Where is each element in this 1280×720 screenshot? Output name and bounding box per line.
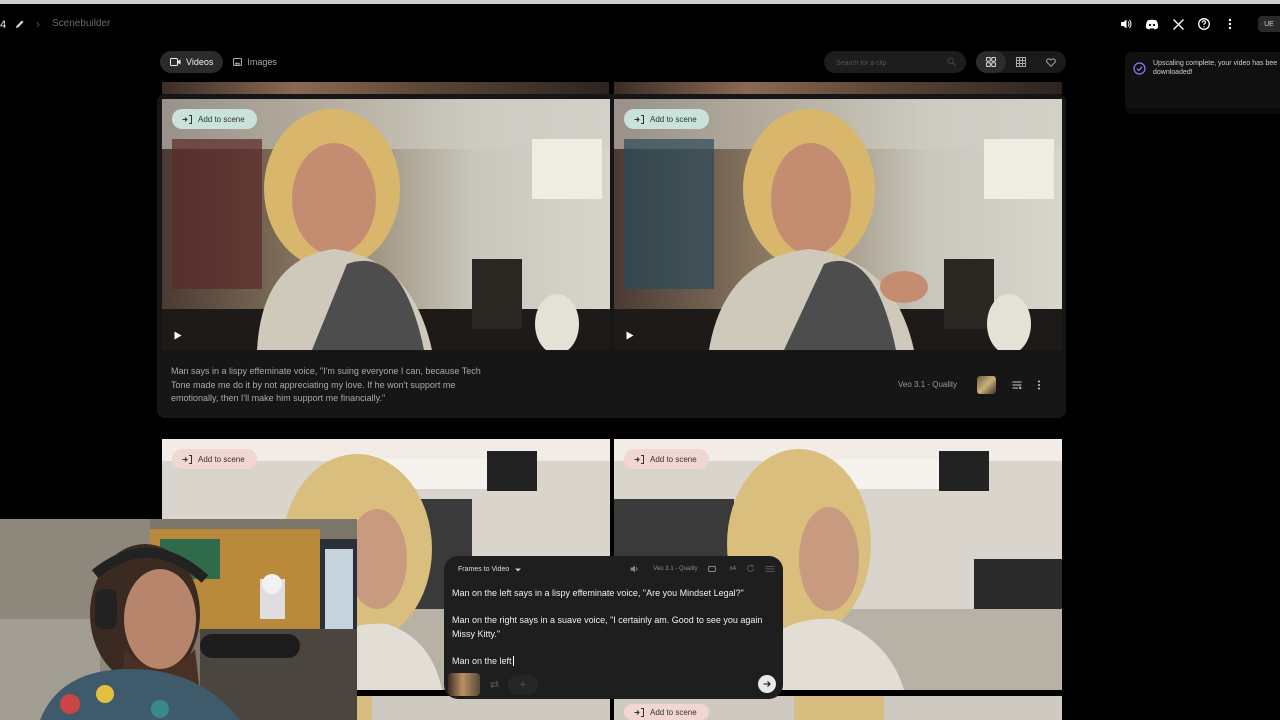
video-tile[interactable]: Add to scene	[614, 99, 1062, 350]
webcam-video	[0, 519, 357, 720]
video-icon	[170, 58, 181, 66]
add-to-scene-icon	[634, 707, 644, 717]
add-to-scene-button[interactable]: Add to scene	[172, 109, 257, 129]
send-button[interactable]	[758, 675, 776, 693]
add-to-scene-icon	[634, 454, 644, 464]
top-bar: 4 › Scenebuilder UE	[0, 4, 1280, 44]
video-tile[interactable]: Add to scene	[162, 99, 610, 350]
add-to-scene-icon	[634, 114, 644, 124]
prompt-composer: Frames to Video Veo 3.1 - Quality x4 Man…	[444, 556, 783, 699]
help-icon[interactable]	[1194, 14, 1214, 34]
video-thumbnail	[162, 99, 610, 350]
play-icon[interactable]	[626, 331, 634, 340]
text-caret	[512, 656, 514, 667]
video-thumbnail	[614, 99, 1062, 350]
add-to-scene-label: Add to scene	[198, 114, 245, 124]
add-to-scene-label: Add to scene	[650, 707, 697, 717]
chevron-right-icon: ›	[36, 17, 40, 31]
chevron-down-icon	[515, 568, 522, 571]
favorite-icon[interactable]	[1036, 51, 1066, 73]
tab-images-label: Images	[247, 57, 277, 67]
reuse-prompt-icon[interactable]	[1009, 378, 1025, 392]
grid-small-icon[interactable]	[1006, 51, 1036, 73]
tab-videos[interactable]: Videos	[160, 51, 224, 73]
add-to-scene-button[interactable]: Add to scene	[624, 109, 709, 129]
search-icon[interactable]	[947, 57, 956, 66]
webcam-overlay	[0, 519, 357, 720]
add-to-scene-button[interactable]: Add to scene	[172, 449, 257, 469]
swap-frames-icon[interactable]	[484, 675, 504, 695]
previous-clip-thumbnail[interactable]	[614, 82, 1062, 94]
play-icon[interactable]	[174, 331, 182, 340]
add-to-scene-button[interactable]: Add to scene	[624, 449, 709, 469]
mode-selector[interactable]: Frames to Video	[458, 566, 522, 573]
pencil-icon[interactable]	[14, 18, 26, 30]
model-selector[interactable]: Veo 3.1 - Quality	[630, 565, 698, 573]
upscale-toast: Upscaling complete, your video has bee d…	[1125, 52, 1280, 108]
check-circle-icon	[1133, 62, 1146, 75]
start-frame-thumbnail[interactable]	[448, 673, 480, 696]
more-vert-icon[interactable]	[1220, 14, 1240, 34]
output-count-label: x4	[729, 565, 736, 572]
volume-icon	[630, 565, 638, 572]
more-vert-icon[interactable]	[1031, 378, 1047, 392]
tab-videos-label: Videos	[186, 57, 214, 67]
search-input[interactable]	[834, 55, 948, 71]
settings-sliders-icon[interactable]	[765, 565, 775, 573]
mode-label: Frames to Video	[458, 566, 510, 573]
x-logo-icon[interactable]	[1168, 14, 1188, 34]
toast-message: Upscaling complete, your video has bee d…	[1153, 60, 1278, 76]
project-number: 4	[0, 19, 7, 31]
reference-frame-thumbnail[interactable]	[977, 376, 996, 394]
add-to-scene-label: Add to scene	[650, 114, 697, 124]
prompt-line: Man on the left	[452, 655, 512, 666]
prompt-textarea[interactable]: Man on the left says in a lispy effemina…	[452, 587, 772, 668]
breadcrumb[interactable]: Scenebuilder	[52, 18, 110, 29]
tab-images[interactable]: Images	[223, 51, 287, 73]
prompt-line: Man on the right says in a suave voice, …	[452, 615, 763, 639]
grid-large-icon[interactable]	[976, 51, 1006, 73]
volume-icon[interactable]	[1116, 14, 1136, 34]
video-tile[interactable]: Add to scene	[614, 696, 1062, 720]
add-to-scene-label: Add to scene	[650, 454, 697, 464]
add-to-scene-label: Add to scene	[198, 454, 245, 464]
add-to-scene-icon	[182, 114, 192, 124]
previous-clip-thumbnail[interactable]	[162, 82, 609, 94]
clip-search	[824, 51, 966, 73]
arrow-right-icon	[763, 681, 771, 687]
add-to-scene-icon	[182, 454, 192, 464]
prompt-line: Man on the left says in a lispy effemina…	[452, 588, 744, 598]
image-icon	[233, 58, 243, 66]
previous-row-strip	[162, 82, 1062, 94]
composer-model-label: Veo 3.1 - Quality	[653, 565, 698, 572]
avatar[interactable]: UE	[1258, 16, 1280, 32]
refresh-icon[interactable]	[746, 564, 755, 573]
media-type-tabs: Videos Images	[160, 51, 287, 73]
add-to-scene-button[interactable]: Add to scene	[624, 704, 709, 720]
add-end-frame-button[interactable]: +	[508, 674, 538, 695]
outputs-icon	[707, 565, 716, 572]
view-toggle-group	[976, 51, 1066, 73]
clip-prompt: Man says in a lispy effeminate voice, "I…	[171, 366, 481, 403]
output-count-selector[interactable]: x4	[707, 565, 736, 572]
discord-icon[interactable]	[1142, 14, 1162, 34]
clip-model-label: Veo 3.1 - Quality	[898, 380, 958, 389]
